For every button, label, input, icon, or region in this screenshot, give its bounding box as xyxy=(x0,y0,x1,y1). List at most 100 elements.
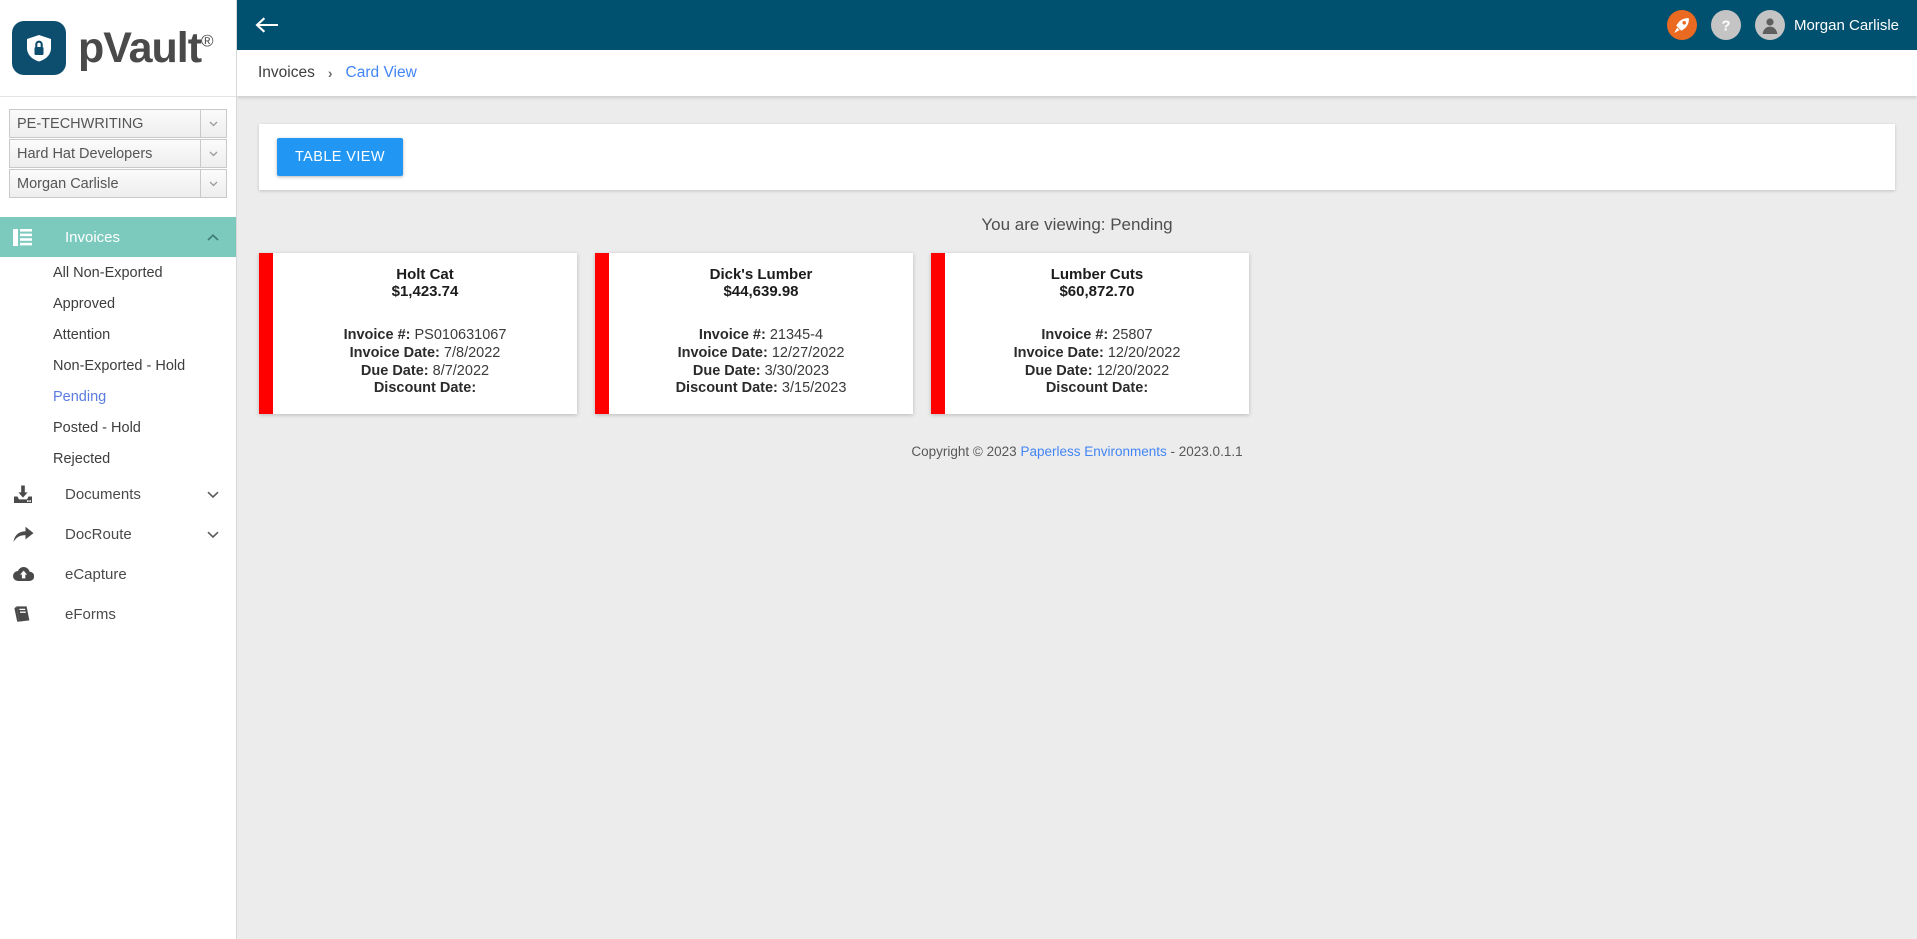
company-selector-value: PE-TECHWRITING xyxy=(17,115,144,132)
division-selector-value: Hard Hat Developers xyxy=(17,145,153,162)
footer-version: - 2023.0.1.1 xyxy=(1170,444,1243,460)
footer: Copyright © 2023 Paperless Environments … xyxy=(259,444,1895,459)
registered-mark: ® xyxy=(201,31,213,51)
logo-wordmark-text: pVault xyxy=(78,23,202,72)
question-mark-icon[interactable]: ? xyxy=(1710,10,1741,40)
due-date-value: 3/30/2023 xyxy=(764,362,830,379)
discount-date-row: Discount Date: xyxy=(957,380,1237,398)
footer-company-link[interactable]: Paperless Environments xyxy=(1020,444,1166,459)
topbar-actions: ? Morgan Carlisle xyxy=(1666,10,1905,40)
status-accent-bar xyxy=(259,253,273,415)
user-selector[interactable]: Morgan Carlisle xyxy=(9,169,227,198)
invoice-date-value: 12/20/2022 xyxy=(1107,345,1181,362)
invoice-fields: Invoice #: 21345-4 Invoice Date: 12/27/2… xyxy=(621,327,901,398)
sidebar-group-eforms-label: eForms xyxy=(65,605,116,623)
sidebar-group-invoices-label: Invoices xyxy=(65,228,121,246)
table-view-button[interactable]: TABLE VIEW xyxy=(277,138,403,176)
discount-date-row: Discount Date: 3/15/2023 xyxy=(621,380,901,398)
invoice-card-body: Lumber Cuts $60,872.70 Invoice #: 25807 … xyxy=(945,253,1249,414)
sidebar-group-eforms[interactable]: eForms xyxy=(0,594,236,634)
sidebar-item-non-exported-hold[interactable]: Non-Exported - Hold xyxy=(0,350,236,381)
app-root: pVault® PE-TECHWRITING Hard Hat Develope… xyxy=(0,0,1917,939)
invoice-card-body: Holt Cat $1,423.74 Invoice #: PS01063106… xyxy=(273,253,577,414)
view-toolbar: TABLE VIEW xyxy=(259,124,1895,190)
chevron-down-icon xyxy=(200,140,226,167)
due-date-value: 12/20/2022 xyxy=(1096,362,1170,379)
company-selector[interactable]: PE-TECHWRITING xyxy=(9,109,227,138)
sidebar-item-pending[interactable]: Pending xyxy=(0,381,236,412)
invoice-date-value: 7/8/2022 xyxy=(443,345,501,362)
share-arrow-icon xyxy=(13,526,45,543)
vendor-name: Dick's Lumber xyxy=(709,266,813,283)
user-avatar-icon xyxy=(1754,10,1785,40)
footer-copyright: Copyright © 2023 xyxy=(911,444,1017,460)
invoice-date-label: Invoice Date: xyxy=(677,345,768,362)
sidebar-item-attention[interactable]: Attention xyxy=(0,319,236,350)
sidebar-item-posted-hold[interactable]: Posted - Hold xyxy=(0,412,236,443)
invoice-card-body: Dick's Lumber $44,639.98 Invoice #: 2134… xyxy=(609,253,913,414)
sidebar-group-invoices[interactable]: Invoices xyxy=(0,217,236,257)
sidebar-item-rejected[interactable]: Rejected xyxy=(0,443,236,474)
chevron-right-icon: › xyxy=(327,65,333,81)
invoice-date-row: Invoice Date: 7/8/2022 xyxy=(285,345,565,363)
main-region: ? Morgan Carlisle Invoices › Card View T… xyxy=(237,0,1917,939)
invoice-fields: Invoice #: PS010631067 Invoice Date: 7/8… xyxy=(285,327,565,398)
content-area: TABLE VIEW You are viewing: Pending Holt… xyxy=(237,96,1917,939)
invoice-number-value: 21345-4 xyxy=(769,327,824,344)
invoice-card[interactable]: Dick's Lumber $44,639.98 Invoice #: 2134… xyxy=(595,253,913,415)
sidebar-item-label: Attention xyxy=(53,326,111,343)
vendor-name: Lumber Cuts xyxy=(1050,266,1144,283)
sidebar-subitems-invoices: All Non-Exported Approved Attention Non-… xyxy=(0,257,236,474)
user-selector-value: Morgan Carlisle xyxy=(17,175,119,192)
list-icon xyxy=(13,228,45,246)
cloud-upload-icon xyxy=(13,566,45,582)
back-arrow-icon[interactable] xyxy=(247,4,289,46)
breadcrumb-card-view[interactable]: Card View xyxy=(346,64,417,82)
chevron-down-icon xyxy=(200,170,226,197)
sidebar: pVault® PE-TECHWRITING Hard Hat Develope… xyxy=(0,0,237,939)
status-accent-bar xyxy=(931,253,945,415)
discount-date-label: Discount Date: xyxy=(1045,380,1149,397)
invoice-date-value: 12/27/2022 xyxy=(771,345,845,362)
sidebar-group-documents[interactable]: Documents xyxy=(0,474,236,514)
invoice-number-label: Invoice #: xyxy=(698,327,766,344)
division-selector[interactable]: Hard Hat Developers xyxy=(9,139,227,168)
invoice-number-label: Invoice #: xyxy=(1041,327,1109,344)
chevron-down-icon xyxy=(200,110,226,137)
due-date-label: Due Date: xyxy=(360,362,429,379)
discount-date-label: Discount Date: xyxy=(373,380,477,397)
sidebar-item-label: All Non-Exported xyxy=(53,264,163,281)
invoice-number-row: Invoice #: 25807 xyxy=(957,327,1237,345)
invoice-number-value: PS010631067 xyxy=(414,327,507,344)
due-date-row: Due Date: 8/7/2022 xyxy=(285,363,565,381)
sidebar-group-ecapture[interactable]: eCapture xyxy=(0,554,236,594)
user-menu[interactable]: Morgan Carlisle xyxy=(1754,10,1905,40)
invoice-card-list: Holt Cat $1,423.74 Invoice #: PS01063106… xyxy=(259,253,1895,415)
due-date-row: Due Date: 12/20/2022 xyxy=(957,363,1237,381)
sidebar-group-docroute[interactable]: DocRoute xyxy=(0,514,236,554)
download-inbox-icon xyxy=(13,485,45,504)
invoice-number-value: 25807 xyxy=(1112,327,1153,344)
due-date-label: Due Date: xyxy=(692,362,761,379)
invoice-amount: $44,639.98 xyxy=(723,283,799,301)
top-app-bar: ? Morgan Carlisle xyxy=(237,0,1917,50)
invoice-date-row: Invoice Date: 12/20/2022 xyxy=(957,345,1237,363)
context-selectors: PE-TECHWRITING Hard Hat Developers Morga… xyxy=(0,97,236,198)
rocket-icon[interactable] xyxy=(1666,10,1697,40)
sidebar-item-all-non-exported[interactable]: All Non-Exported xyxy=(0,257,236,288)
sidebar-nav: Invoices All Non-Exported Approved Atten… xyxy=(0,217,236,634)
due-date-label: Due Date: xyxy=(1024,362,1093,379)
sidebar-item-label: Approved xyxy=(53,295,116,312)
shield-lock-icon xyxy=(12,21,66,75)
sidebar-item-approved[interactable]: Approved xyxy=(0,288,236,319)
invoice-card[interactable]: Lumber Cuts $60,872.70 Invoice #: 25807 … xyxy=(931,253,1249,415)
invoice-card[interactable]: Holt Cat $1,423.74 Invoice #: PS01063106… xyxy=(259,253,577,415)
invoice-number-label: Invoice #: xyxy=(343,327,411,344)
invoice-date-row: Invoice Date: 12/27/2022 xyxy=(621,345,901,363)
status-accent-bar xyxy=(595,253,609,415)
invoice-number-row: Invoice #: PS010631067 xyxy=(285,327,565,345)
breadcrumb-invoices[interactable]: Invoices xyxy=(258,64,315,82)
vendor-name: Holt Cat xyxy=(396,266,454,283)
due-date-row: Due Date: 3/30/2023 xyxy=(621,363,901,381)
app-logo[interactable]: pVault® xyxy=(0,0,236,97)
